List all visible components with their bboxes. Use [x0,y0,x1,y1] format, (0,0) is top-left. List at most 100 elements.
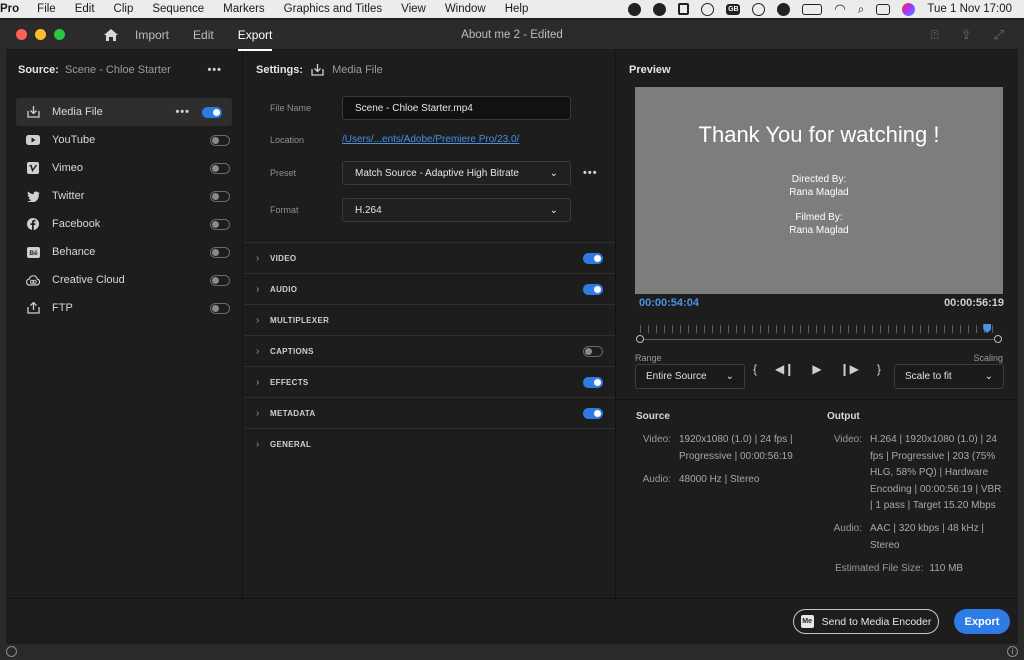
tab-export[interactable]: Export [237,28,272,51]
destination-vimeo[interactable]: Vimeo [6,154,242,182]
timeline-scrubber[interactable] [635,315,1003,345]
menu-view[interactable]: View [401,3,426,15]
menu-bar-clock[interactable]: Tue 1 Nov 17:00 [927,3,1012,15]
menu-file[interactable]: File [37,3,56,15]
section-toggle[interactable] [583,252,603,264]
spotlight-search-icon[interactable]: ⌕ [858,2,865,17]
section-video[interactable]: › VIDEO [244,242,615,273]
destination-ftp[interactable]: FTP [6,294,242,322]
location-link[interactable]: /Users/...ents/Adobe/Premiere Pro/23.0/ [342,134,519,145]
section-captions[interactable]: › CAPTIONS [244,335,615,366]
destination-more-button[interactable]: ••• [175,106,190,118]
share-icon[interactable]: ⇪ [961,27,972,43]
preset-dropdown[interactable]: Match Source - Adaptive High Bitrate ⌄ [342,161,571,185]
range-in-handle[interactable] [636,335,644,343]
play-circle-icon[interactable] [701,2,715,16]
destination-toggle[interactable] [210,274,230,286]
destination-twitter[interactable]: Twitter [6,182,242,210]
destination-behance[interactable]: Bē Behance [6,238,242,266]
wifi-icon[interactable]: ◠ [834,1,845,17]
app-menu[interactable]: Pro [0,3,19,15]
section-label: AUDIO [270,284,298,294]
section-label: EFFECTS [270,377,309,387]
format-value: H.264 [355,204,382,216]
export-button[interactable]: Export [954,609,1010,634]
range-label: Range [635,353,662,363]
format-dropdown[interactable]: H.264 ⌄ [342,198,571,222]
creative-cloud-status-icon[interactable] [6,646,17,657]
destination-toggle[interactable] [202,106,222,118]
destination-youtube[interactable]: YouTube [6,126,242,154]
source-audio-key: Audio: [642,474,671,485]
section-label: VIDEO [270,253,297,263]
app-icon[interactable] [628,2,642,16]
range-dropdown[interactable]: Entire Source ⌄ [635,364,745,389]
section-toggle[interactable] [583,345,603,357]
set-in-point-icon[interactable]: { [753,362,757,376]
source-more-button[interactable]: ••• [207,64,222,76]
tab-edit[interactable]: Edit [193,28,214,42]
section-audio[interactable]: › AUDIO [244,273,615,304]
range-out-handle[interactable] [994,335,1002,343]
close-window-button[interactable] [16,29,27,40]
scaling-dropdown[interactable]: Scale to fit ⌄ [894,364,1004,389]
menu-sequence[interactable]: Sequence [152,3,204,15]
current-timecode[interactable]: 00:00:54:04 [639,297,699,309]
menu-markers[interactable]: Markers [223,3,265,15]
directed-label: Directed By: [791,174,847,185]
gb-badge-icon[interactable]: GB [726,3,741,15]
menu-edit[interactable]: Edit [75,3,95,15]
vimeo-icon [26,161,40,175]
file-name-input[interactable]: Scene - Chloe Starter.mp4 [342,96,571,120]
desktop-edge-right [1018,20,1024,644]
settings-header: Settings: Media File [244,51,615,76]
output-video-summary: Video: H.264 | 1920x1080 (1.0) | 24 fps … [825,432,1002,515]
section-general[interactable]: › GENERAL [244,428,615,459]
info-circle-icon[interactable] [752,2,766,16]
menu-window[interactable]: Window [445,3,486,15]
control-center-icon[interactable] [876,3,891,15]
set-out-point-icon[interactable]: } [877,362,881,376]
destination-toggle[interactable] [210,162,230,174]
step-back-icon[interactable]: ◀❙ [775,362,794,376]
export-footer: Me Send to Media Encoder Export [6,598,1018,644]
section-toggle[interactable] [583,283,603,295]
destination-creative-cloud[interactable]: Creative Cloud [6,266,242,294]
menu-clip[interactable]: Clip [114,3,134,15]
chevron-right-icon: › [256,283,260,295]
menu-help[interactable]: Help [505,3,529,15]
tab-import[interactable]: Import [135,28,169,42]
section-metadata[interactable]: › METADATA [244,397,615,428]
battery-icon[interactable] [802,3,823,15]
destination-toggle[interactable] [210,302,230,314]
section-multiplexer[interactable]: › MULTIPLEXER [244,304,615,335]
chevron-right-icon: › [256,252,260,264]
section-toggle[interactable] [583,407,603,419]
quick-export-icon[interactable]: ⍐ [931,27,939,43]
destination-toggle[interactable] [210,134,230,146]
menu-graphics-and-titles[interactable]: Graphics and Titles [284,3,382,15]
destination-toggle[interactable] [210,190,230,202]
home-icon[interactable] [103,28,119,42]
destination-toggle[interactable] [210,246,230,258]
creative-cloud-icon[interactable] [653,2,667,16]
play-icon[interactable]: ▶ [812,362,821,376]
shazam-icon[interactable] [777,2,791,16]
info-icon[interactable]: i [1007,646,1018,657]
step-forward-icon[interactable]: ❙▶ [840,362,859,376]
section-toggle[interactable] [583,376,603,388]
section-effects[interactable]: › EFFECTS [244,366,615,397]
script-icon[interactable] [678,3,690,15]
expand-icon[interactable]: ⤢ [994,27,1004,43]
siri-icon[interactable] [902,2,916,16]
fullscreen-window-button[interactable] [54,29,65,40]
minimize-window-button[interactable] [35,29,46,40]
source-audio-line: 48000 Hz | Stereo [679,474,760,485]
summary-divider [617,399,1018,400]
destination-media-file[interactable]: Media File ••• [16,98,232,126]
send-to-media-encoder-button[interactable]: Me Send to Media Encoder [793,609,939,634]
source-video-key: Video: [642,434,671,445]
destination-facebook[interactable]: Facebook [6,210,242,238]
preset-more-button[interactable]: ••• [583,167,598,179]
destination-toggle[interactable] [210,218,230,230]
